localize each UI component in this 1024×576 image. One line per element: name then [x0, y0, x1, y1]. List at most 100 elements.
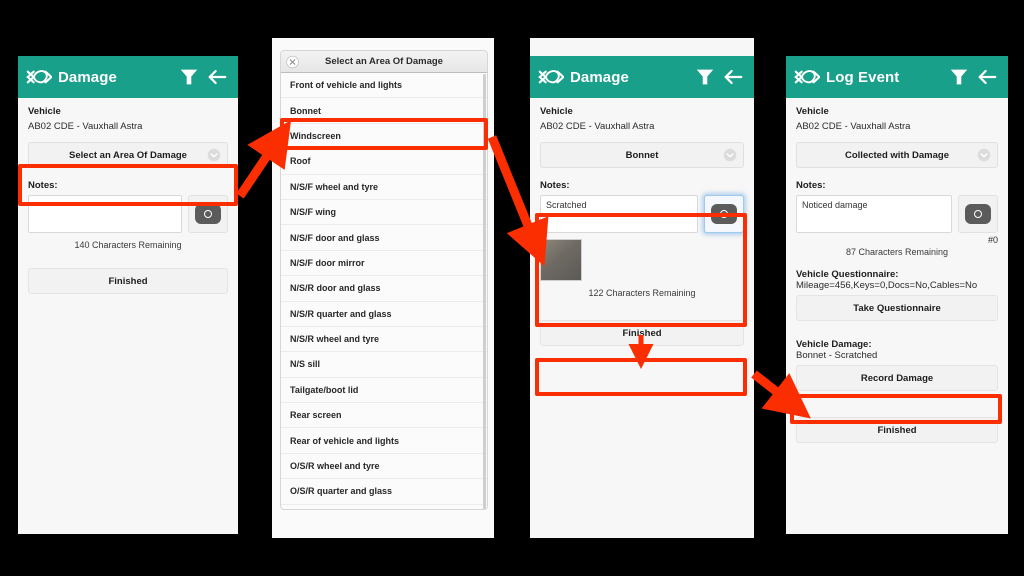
screenshot-stage: Damage Vehicle AB02 CDE - Vauxhall Astra… [0, 0, 1024, 576]
notes-input[interactable]: Noticed damage [796, 195, 952, 233]
chevron-down-icon [977, 148, 991, 162]
dialog-title: Select an Area Of Damage [325, 56, 443, 67]
event-type-label: Collected with Damage [845, 149, 949, 161]
camera-lens [720, 210, 728, 218]
finished-button[interactable]: Finished [28, 268, 228, 294]
list-item[interactable]: Front of vehicle and lights [281, 73, 487, 99]
vehicle-damage-section: Vehicle Damage: Bonnet - Scratched [796, 339, 998, 361]
finished-label: Finished [622, 327, 662, 339]
list-item-label: Roof [290, 156, 311, 167]
list-item[interactable]: N/S/F wing [281, 199, 487, 226]
list-item-label: N/S/F door mirror [290, 257, 365, 268]
list-item[interactable]: N/S/R door and glass [281, 276, 487, 302]
list-item-label: N/S/F wheel and tyre [290, 181, 379, 192]
take-questionnaire-label: Take Questionnaire [853, 302, 941, 314]
filter-icon[interactable] [178, 66, 200, 88]
vehicle-label: Vehicle [540, 106, 573, 117]
list-item-label: N/S/F wing [290, 207, 336, 218]
notes-row: Scratched [540, 195, 744, 233]
back-arrow-icon[interactable] [206, 66, 228, 88]
notes-row [28, 195, 228, 233]
list-item-label: N/S/F door and glass [290, 232, 380, 243]
list-item-label: N/S/R wheel and tyre [290, 334, 380, 345]
list-item[interactable]: O/S/R wheel and tyre [281, 453, 487, 480]
list-item[interactable]: Windscreen [281, 123, 487, 150]
list-item[interactable]: N/S/R wheel and tyre [281, 326, 487, 353]
select-area-of-damage-button[interactable]: Bonnet [540, 142, 744, 168]
select-area-dialog: Select an Area Of Damage Front of vehicl… [280, 50, 488, 510]
select-area-label: Bonnet [625, 149, 659, 161]
notes-label: Notes: [540, 180, 570, 191]
list-item[interactable]: O/S/R quarter and glass [281, 479, 487, 505]
list-item[interactable]: Tailgate/boot lid [281, 377, 487, 404]
record-damage-label: Record Damage [860, 372, 934, 384]
characters-remaining: 87 Characters Remaining [845, 247, 949, 257]
list-item-label: Rear of vehicle and lights [290, 435, 400, 446]
back-arrow-icon[interactable] [976, 66, 998, 88]
list-item-label: Windscreen [290, 130, 341, 141]
list-item-label: N/S/R quarter and glass [290, 308, 392, 319]
select-area-label: Select an Area Of Damage [69, 149, 187, 161]
filter-icon[interactable] [948, 66, 970, 88]
list-item[interactable]: N/S sill [281, 352, 487, 378]
damage-logo-icon [26, 70, 52, 84]
take-questionnaire-button[interactable]: Take Questionnaire [796, 295, 998, 321]
close-icon[interactable] [286, 55, 299, 68]
list-item[interactable]: Roof [281, 149, 487, 175]
questionnaire-section: Vehicle Questionnaire: Mileage=456,Keys=… [796, 269, 998, 291]
finished-button[interactable]: Finished [540, 320, 744, 346]
vehicle-value: AB02 CDE - Vauxhall Astra [796, 121, 911, 132]
chevron-down-icon [207, 148, 221, 162]
arrow-panel2-to-panel3 [487, 135, 549, 267]
list-item[interactable]: N/S/F wheel and tyre [281, 174, 487, 200]
filter-icon[interactable] [694, 66, 716, 88]
list-item[interactable]: N/S/F door and glass [281, 225, 487, 251]
panel4-body: Vehicle AB02 CDE - Vauxhall Astra Collec… [786, 98, 1008, 443]
event-type-select-button[interactable]: Collected with Damage [796, 142, 998, 168]
panel1-body: Vehicle AB02 CDE - Vauxhall Astra Select… [18, 98, 238, 294]
notes-label: Notes: [28, 180, 58, 191]
finished-label: Finished [877, 424, 917, 436]
camera-button[interactable] [188, 195, 228, 233]
notes-label: Notes: [796, 180, 826, 191]
panel-area-of-damage-list: Select an Area Of Damage Front of vehicl… [272, 38, 494, 538]
finished-label: Finished [108, 275, 148, 287]
finished-button[interactable]: Finished [796, 417, 998, 443]
camera-icon [711, 204, 737, 224]
photo-count: #0 [987, 235, 998, 245]
notes-input[interactable]: Scratched [540, 195, 698, 233]
list-item-label: O/S/R quarter and glass [290, 486, 393, 497]
camera-button[interactable] [958, 195, 998, 233]
panel-damage-filled: Damage Vehicle AB02 CDE - Vauxhall Astra… [530, 38, 754, 538]
notes-row: Noticed damage #0 [796, 195, 998, 245]
panel-log-event: Log Event Vehicle AB02 CDE - Vauxhall As… [786, 56, 1008, 534]
record-damage-button[interactable]: Record Damage [796, 365, 998, 391]
camera-lens [974, 210, 982, 218]
app-header-panel1: Damage [18, 56, 238, 98]
back-arrow-icon[interactable] [722, 66, 744, 88]
camera-icon [965, 204, 991, 224]
camera-column: #0 [958, 195, 998, 245]
list-item-label: Tailgate/boot lid [290, 384, 359, 395]
notes-input[interactable] [28, 195, 182, 233]
list-item-label: O/S/R wheel and tyre [290, 461, 380, 472]
panel3-top-gap [530, 38, 754, 56]
list-item[interactable]: N/S/F door mirror [281, 250, 487, 277]
list-item-label: Bonnet [290, 105, 321, 116]
vehicle-value: AB02 CDE - Vauxhall Astra [540, 121, 655, 132]
camera-button[interactable] [704, 195, 744, 233]
dialog-scrollbar[interactable] [483, 74, 486, 509]
app-title: Damage [58, 68, 117, 86]
characters-remaining: 140 Characters Remaining [74, 240, 182, 250]
camera-lens [204, 210, 212, 218]
damage-photo-thumbnail[interactable] [540, 239, 582, 281]
vehicle-label: Vehicle [28, 106, 61, 117]
list-item[interactable]: Rear of vehicle and lights [281, 428, 487, 454]
list-item[interactable]: N/S/R quarter and glass [281, 301, 487, 327]
app-header-panel3: Damage [530, 56, 754, 98]
camera-icon [195, 204, 221, 224]
app-title: Damage [570, 68, 629, 86]
list-item[interactable]: Bonnet [281, 98, 487, 124]
list-item[interactable]: Rear screen [281, 403, 487, 429]
select-area-of-damage-button[interactable]: Select an Area Of Damage [28, 142, 228, 168]
